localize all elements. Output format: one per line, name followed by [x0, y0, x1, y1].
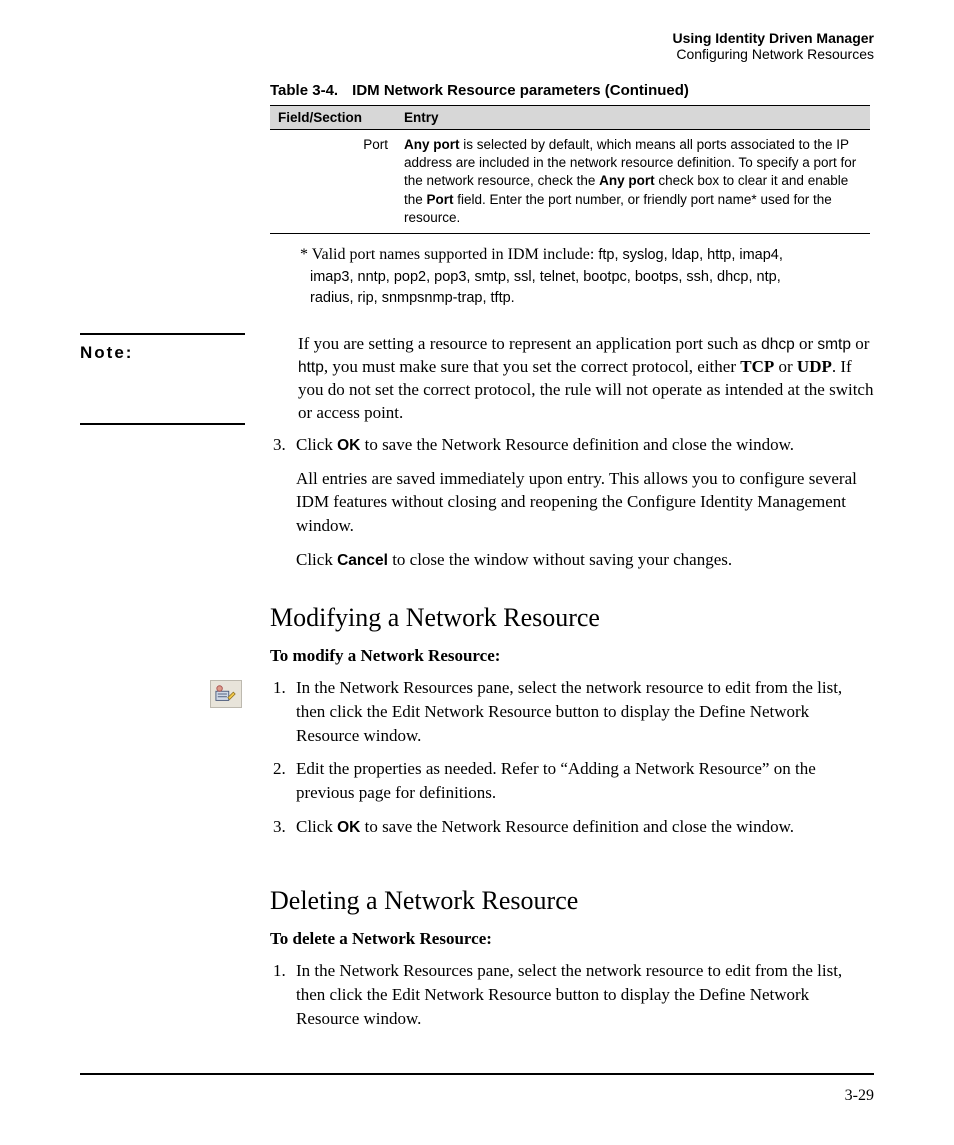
footnote: * Valid port names supported in IDM incl…	[300, 244, 804, 309]
step-3: Click OK to save the Network Resource de…	[290, 433, 874, 572]
note-label: Note:	[80, 333, 245, 363]
modify-step-3: Click OK to save the Network Resource de…	[290, 815, 874, 839]
edit-resource-icon	[210, 680, 242, 708]
post-note-body: Click OK to save the Network Resource de…	[270, 433, 874, 1031]
heading-delete: Deleting a Network Resource	[270, 883, 874, 919]
subhead-modify: To modify a Network Resource:	[270, 644, 874, 668]
delete-step-1: In the Network Resources pane, select th…	[290, 959, 874, 1030]
subhead-delete: To delete a Network Resource:	[270, 927, 874, 951]
note-block: Note: If you are setting a resource to r…	[80, 333, 874, 425]
modify-step-2: Edit the properties as needed. Refer to …	[290, 757, 874, 805]
note-body: If you are setting a resource to represe…	[270, 333, 874, 425]
heading-modify: Modifying a Network Resource	[270, 600, 874, 636]
cell-field: Port	[270, 130, 396, 234]
modify-step-1: In the Network Resources pane, select th…	[290, 676, 874, 747]
header-title: Using Identity Driven Manager	[80, 30, 874, 46]
footer-rule	[80, 1073, 874, 1075]
table-row: Port Any port is selected by default, wh…	[270, 130, 870, 234]
header-subtitle: Configuring Network Resources	[80, 46, 874, 62]
cell-entry: Any port is selected by default, which m…	[396, 130, 870, 234]
page-header: Using Identity Driven Manager Configurin…	[80, 30, 874, 62]
page-number: 3-29	[80, 1087, 874, 1105]
col-field: Field/Section	[270, 106, 396, 130]
col-entry: Entry	[396, 106, 870, 130]
step-3-para1: All entries are saved immediately upon e…	[296, 467, 874, 538]
step-3-para2: Click Cancel to close the window without…	[296, 548, 874, 572]
params-table: Field/Section Entry Port Any port is sel…	[270, 105, 870, 234]
table-caption: Table 3-4. IDM Network Resource paramete…	[270, 82, 874, 99]
